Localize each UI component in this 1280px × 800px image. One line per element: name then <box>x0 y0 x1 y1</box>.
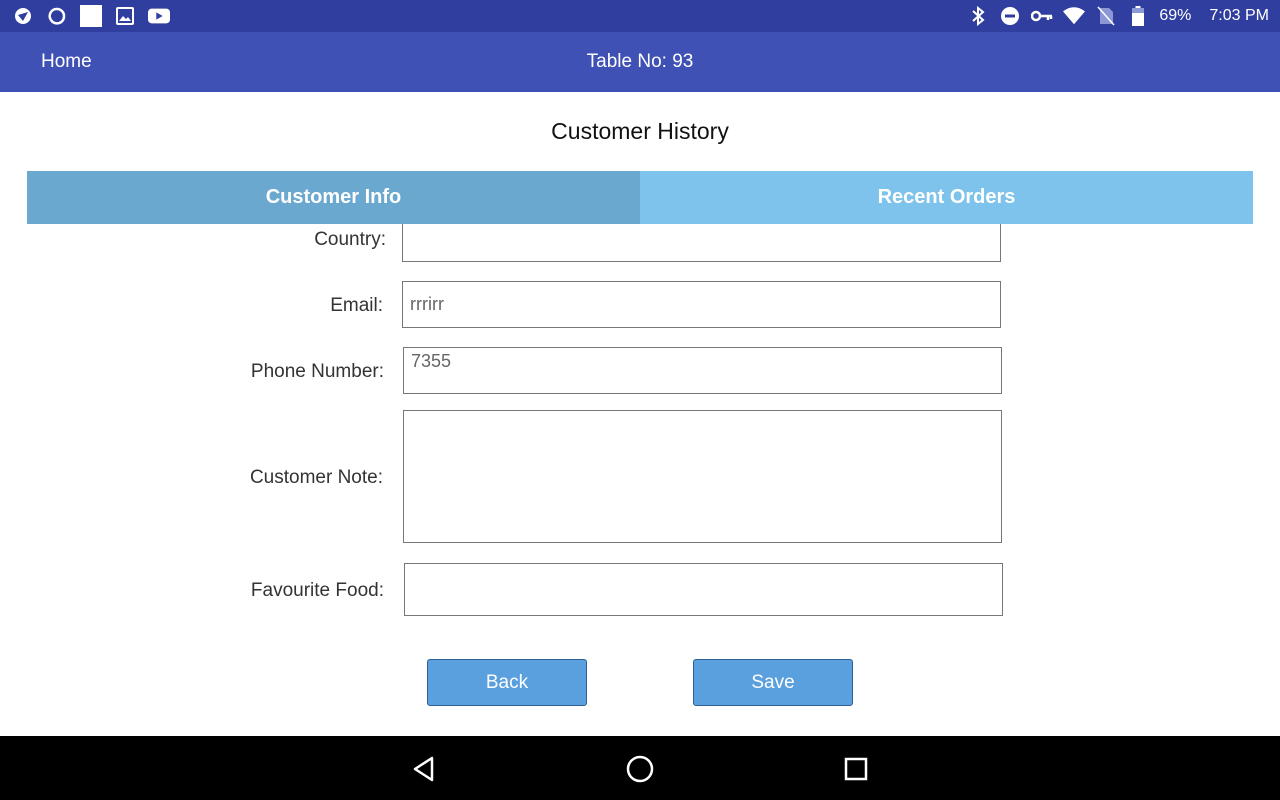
save-button[interactable]: Save <box>693 659 853 706</box>
vpn-key-icon <box>1031 5 1053 27</box>
tab-recent-orders[interactable]: Recent Orders <box>640 171 1253 224</box>
back-nav-icon[interactable] <box>408 752 442 786</box>
battery-icon <box>1127 5 1149 27</box>
email-label: Email: <box>330 295 383 316</box>
page-title: Customer History <box>551 118 729 144</box>
country-field[interactable] <box>402 224 1001 262</box>
no-sim-icon <box>1095 5 1117 27</box>
bluetooth-icon <box>967 5 989 27</box>
image-icon <box>114 5 136 27</box>
customer-note-field[interactable] <box>403 410 1002 543</box>
youtube-icon <box>148 5 170 27</box>
app-screen: 69% 7:03 PM Table No: 93 Home Customer H… <box>0 0 1280 800</box>
app-notification-icon <box>12 5 34 27</box>
notification-icons <box>12 0 170 32</box>
system-status-icons: 69% 7:03 PM <box>967 0 1269 32</box>
wifi-icon <box>1063 5 1086 27</box>
sync-icon <box>46 5 68 27</box>
email-field[interactable] <box>402 281 1001 328</box>
navigation-bar <box>0 736 1280 800</box>
phone-field[interactable] <box>403 347 1002 394</box>
battery-percentage: 69% <box>1159 7 1192 24</box>
favourite-food-field[interactable] <box>404 563 1003 616</box>
customer-note-label: Customer Note: <box>249 467 383 488</box>
home-button[interactable]: Home <box>41 32 92 92</box>
table-number: Table No: 93 <box>586 51 694 72</box>
favourite-food-label: Favourite Food: <box>250 580 384 601</box>
home-nav-icon[interactable] <box>623 752 657 786</box>
recents-nav-icon[interactable] <box>839 752 873 786</box>
app-bar: Table No: 93 Home <box>0 32 1280 92</box>
clock: 7:03 PM <box>1209 7 1269 24</box>
status-bar: 69% 7:03 PM <box>0 0 1280 32</box>
tab-bar: Customer Info Recent Orders <box>27 171 1253 224</box>
back-button[interactable]: Back <box>427 659 587 706</box>
blank-square-icon <box>80 5 102 27</box>
tab-customer-info[interactable]: Customer Info <box>27 171 640 224</box>
country-label: Country: <box>314 229 386 250</box>
do-not-disturb-icon <box>999 5 1021 27</box>
phone-label: Phone Number: <box>250 361 384 382</box>
